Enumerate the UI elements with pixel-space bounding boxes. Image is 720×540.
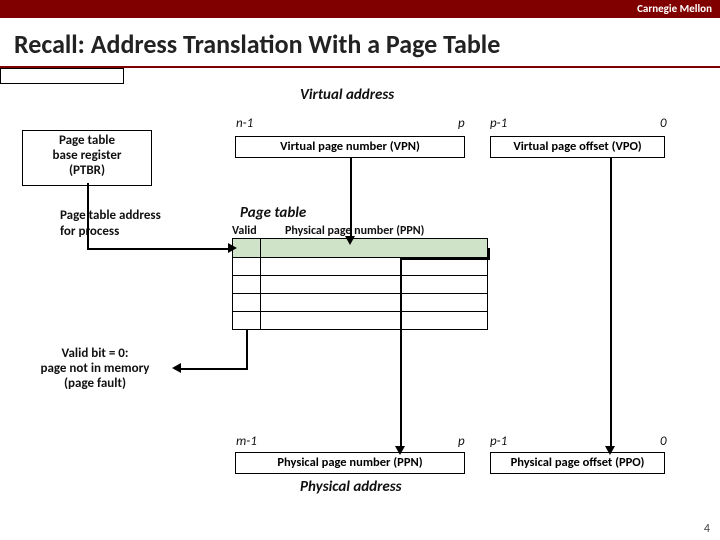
pt-head-valid: Valid: [232, 224, 257, 238]
tick-m1: m-1: [236, 434, 257, 449]
tick-p-top1: p: [458, 116, 465, 131]
ptbr-l2: base register: [23, 148, 151, 163]
pt-title: Page table: [240, 204, 306, 222]
line-ptbr-right: [87, 248, 231, 250]
ptbr-register: [0, 68, 124, 84]
tick-0-bot: 0: [660, 434, 667, 449]
tick-p1-top1: p-1: [490, 116, 507, 131]
tick-p-bot: p: [458, 434, 465, 449]
table-row: [233, 239, 487, 257]
vpo-box: Virtual page offset (VPO): [490, 136, 665, 158]
table-row: [233, 275, 487, 293]
virtual-address-label: Virtual address: [300, 86, 394, 104]
table-row: [233, 293, 487, 311]
ppn-text: Physical page number (PPN): [277, 455, 422, 470]
page-number: 4: [704, 522, 710, 536]
ppn-box: Physical page number (PPN): [235, 452, 465, 474]
vpo-text: Virtual page offset (VPO): [513, 139, 641, 154]
pta-l2: for process: [60, 224, 119, 239]
arrowhead-icon: [345, 236, 355, 245]
table-row: [233, 311, 487, 329]
brand-bar: Carnegie Mellon: [0, 0, 720, 18]
arrow-vpn-to-pt: [350, 158, 352, 238]
ppo-box: Physical page offset (PPO): [490, 452, 665, 474]
arrowhead-icon: [605, 446, 615, 455]
fault-l3: (page fault): [20, 376, 170, 391]
line-ptbr-down: [87, 183, 89, 248]
vpn-box: Virtual page number (VPN): [235, 136, 465, 158]
page-table: [232, 238, 488, 330]
line-pt-out: [400, 258, 488, 260]
arrowhead-icon: [228, 243, 237, 253]
ppo-text: Physical page offset (PPO): [511, 455, 645, 470]
physical-address-label: Physical address: [300, 478, 402, 496]
arrow-vpo-to-ppo: [610, 158, 612, 450]
table-row: [233, 257, 487, 275]
arrowhead-icon: [167, 363, 181, 373]
page-title: Recall: Address Translation With a Page …: [0, 18, 720, 68]
tick-n1: n-1: [236, 116, 253, 131]
arrow-pt-to-ppn: [400, 258, 402, 450]
line-valid-down: [246, 330, 248, 370]
line-pt-row-stub: [488, 248, 490, 260]
fault-l1: Valid bit = 0:: [20, 346, 170, 361]
fault-l2: page not in memory: [20, 361, 170, 376]
diagram-stage: Virtual address n-1 p p-1 0 Virtual page…: [0, 68, 720, 538]
tick-p1-bot: p-1: [490, 434, 507, 449]
line-valid-left: [175, 368, 247, 370]
vpn-text: Virtual page number (VPN): [280, 139, 420, 154]
ptbr-l3: (PTBR): [23, 163, 151, 178]
ptbr-l1: Page table: [23, 133, 151, 148]
ptbr-box: Page table base register (PTBR): [22, 130, 152, 186]
arrowhead-icon: [395, 446, 405, 455]
brand-text: Carnegie Mellon: [637, 2, 712, 15]
pta-l1: Page table address: [60, 208, 161, 223]
tick-0-top: 0: [660, 116, 667, 131]
